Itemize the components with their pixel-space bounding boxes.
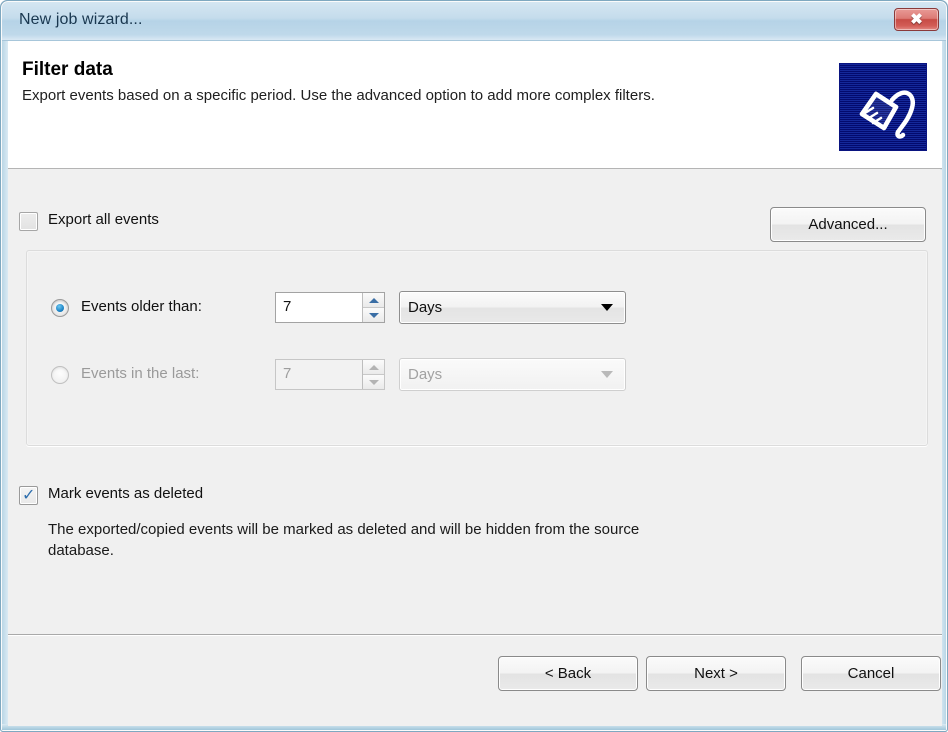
spinner-up-button-disabled (363, 360, 384, 375)
events-in-the-last-unit-combobox: Days (399, 358, 626, 391)
page-description: Export events based on a specific period… (22, 87, 655, 104)
mark-events-as-deleted-note: The exported/copied events will be marke… (48, 521, 640, 559)
chevron-down-icon (368, 379, 379, 385)
chevron-up-icon (368, 297, 379, 303)
export-all-events-label: Export all events (48, 211, 159, 228)
close-button[interactable]: ✖ (894, 8, 939, 31)
chevron-down-icon (368, 312, 379, 318)
radio-events-older-than[interactable] (51, 299, 69, 317)
period-groupbox: Events older than: 7 Days Events in the … (26, 250, 928, 446)
dialog-body: Export all events Advanced... Events old… (8, 170, 942, 634)
events-in-the-last-unit-value: Days (408, 366, 443, 383)
spinner-up-button[interactable] (363, 293, 384, 308)
events-older-than-value[interactable]: 7 (276, 293, 362, 322)
mark-events-as-deleted-checkbox[interactable]: ✓ (19, 485, 38, 505)
title-bar: New job wizard... ✖ (2, 2, 946, 41)
footer-separator (8, 634, 942, 636)
dialog-footer: < Back Next > Cancel (8, 636, 942, 726)
radio-events-in-the-last-label: Events in the last: (81, 365, 200, 382)
chevron-up-icon (368, 364, 379, 370)
next-button[interactable]: Next > (646, 656, 786, 691)
events-older-than-spinner[interactable]: 7 (275, 292, 385, 323)
events-in-the-last-value: 7 (276, 360, 362, 389)
export-all-events-checkbox[interactable] (19, 212, 38, 231)
cancel-button[interactable]: Cancel (801, 656, 941, 691)
spinner-buttons-disabled (362, 360, 384, 389)
header-band: Filter data Export events based on a spe… (8, 41, 942, 169)
chevron-down-icon (601, 371, 613, 378)
radio-events-older-than-label: Events older than: (81, 298, 202, 315)
radio-selected-dot (56, 304, 64, 312)
mark-events-as-deleted-label: Mark events as deleted (48, 485, 204, 502)
events-in-the-last-spinner: 7 (275, 359, 385, 390)
close-icon: ✖ (910, 11, 923, 28)
spinner-down-button-disabled (363, 375, 384, 389)
spinner-down-button[interactable] (363, 308, 384, 322)
network-plug-icon (839, 63, 927, 151)
checkmark-icon: ✓ (22, 485, 36, 504)
window-title: New job wizard... (19, 11, 143, 28)
spinner-buttons (362, 293, 384, 322)
events-older-than-unit-value: Days (408, 299, 443, 316)
page-title: Filter data (22, 59, 113, 80)
chevron-down-icon (601, 304, 613, 311)
events-older-than-unit-combobox[interactable]: Days (399, 291, 626, 324)
radio-events-in-the-last[interactable] (51, 366, 69, 384)
back-button[interactable]: < Back (498, 656, 638, 691)
wizard-window: New job wizard... ✖ Filter data Export e… (0, 0, 948, 732)
advanced-button[interactable]: Advanced... (770, 207, 926, 242)
